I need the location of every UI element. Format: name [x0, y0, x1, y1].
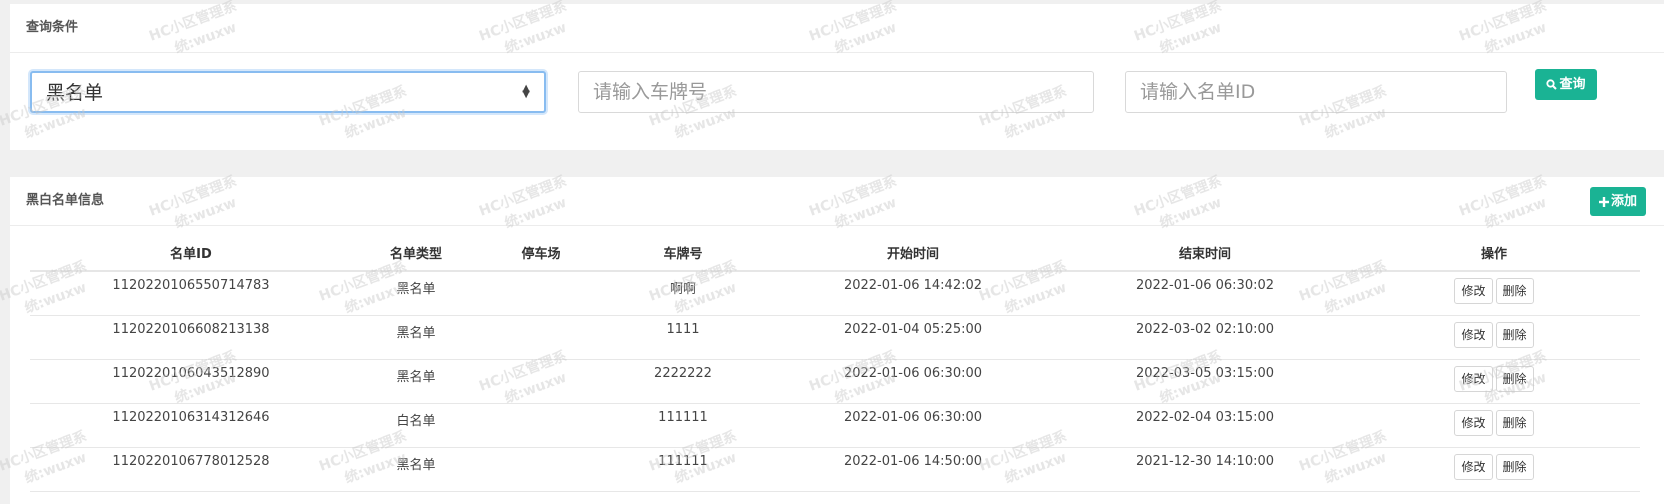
add-button[interactable]: 添加 [1590, 187, 1646, 216]
edit-button[interactable]: 修改 [1454, 278, 1493, 304]
search-button[interactable]: 查询 [1535, 69, 1597, 100]
list-id-cell: 1120220106608213138 [30, 315, 352, 360]
list-type-cell: 黑名单 [352, 315, 480, 360]
list-id-cell: 1120220106778012528 [30, 447, 352, 492]
table-header-row: 名单ID 名单类型 停车场 车牌号 开始时间 结束时间 操作 [30, 234, 1640, 272]
list-type-cell: 白名单 [352, 403, 480, 448]
table-body: 1120220106550714783 黑名单 啊啊 2022-01-06 14:42… [30, 271, 1640, 492]
list-type-select[interactable]: 黑名单 ▲ ▼ [30, 71, 546, 113]
column-header-end-time: 结束时间 [1062, 234, 1348, 272]
end-time-cell: 2022-03-05 03:15:00 [1062, 359, 1348, 404]
table-row: 1120220106043512890 黑名单 2222222 2022-01-06 … [30, 359, 1640, 404]
search-button-label: 查询 [1559, 77, 1586, 92]
start-time-cell: 2022-01-04 05:25:00 [764, 315, 1062, 360]
delete-button[interactable]: 删除 [1495, 278, 1534, 304]
delete-button[interactable]: 删除 [1495, 409, 1534, 436]
plate-cell: 2222222 [602, 359, 764, 404]
parking-lot-cell [480, 359, 602, 404]
plus-icon [1598, 197, 1609, 207]
plate-cell: 111111 [602, 403, 764, 448]
list-panel: 黑白名单信息 添加 名单ID 名单类型 停车场 车牌号 开始时间 结束时间 操作… [10, 177, 1664, 504]
actions-cell: 修改 删除 [1348, 359, 1640, 404]
parking-lot-cell [480, 447, 602, 492]
plate-number-input[interactable]: 请输入车牌号 [578, 71, 1094, 113]
edit-button[interactable]: 修改 [1454, 453, 1493, 480]
column-header-plate: 车牌号 [602, 234, 764, 272]
add-button-label: 添加 [1610, 194, 1637, 209]
start-time-cell: 2022-01-06 14:50:00 [764, 447, 1062, 492]
actions-cell: 修改 删除 [1348, 271, 1640, 316]
search-icon [1546, 79, 1558, 90]
table-row: 1120220106550714783 黑名单 啊啊 2022-01-06 14:42… [30, 271, 1640, 316]
list-type-cell: 黑名单 [352, 271, 480, 316]
end-time-cell: 2022-01-06 06:30:02 [1062, 271, 1348, 316]
query-panel: 查询条件 黑名单 ▲ ▼ 请输入车牌号 请输入名单ID 查询 [10, 4, 1664, 150]
plate-cell: 111111 [602, 447, 764, 492]
parking-lot-cell [480, 403, 602, 448]
start-time-cell: 2022-01-06 06:30:00 [764, 403, 1062, 448]
delete-button[interactable]: 删除 [1495, 453, 1534, 480]
list-id-input[interactable]: 请输入名单ID [1125, 71, 1507, 113]
end-time-cell: 2022-02-04 03:15:00 [1062, 403, 1348, 448]
table-row: 1120220106778012528 黑名单 111111 2022-01-06 1… [30, 447, 1640, 492]
list-panel-title: 黑白名单信息 [10, 177, 1664, 226]
edit-button[interactable]: 修改 [1454, 409, 1493, 436]
end-time-cell: 2021-12-30 14:10:00 [1062, 447, 1348, 492]
query-panel-title: 查询条件 [10, 4, 1664, 53]
parking-lot-cell [480, 271, 602, 316]
start-time-cell: 2022-01-06 14:42:02 [764, 271, 1062, 316]
parking-lot-cell [480, 315, 602, 360]
delete-button[interactable]: 删除 [1495, 365, 1534, 392]
table-row: 1120220106314312646 白名单 111111 2022-01-06 0… [30, 403, 1640, 448]
column-header-list-type: 名单类型 [352, 234, 480, 272]
list-type-cell: 黑名单 [352, 359, 480, 404]
column-header-list-id: 名单ID [30, 234, 352, 272]
actions-cell: 修改 删除 [1348, 403, 1640, 448]
start-time-cell: 2022-01-06 06:30:00 [764, 359, 1062, 404]
list-type-select-value: 黑名单 [46, 82, 104, 104]
list-id-placeholder: 请输入名单ID [1140, 81, 1256, 103]
list-id-cell: 1120220106550714783 [30, 271, 352, 316]
select-arrows-icon: ▲ ▼ [522, 83, 530, 100]
edit-button[interactable]: 修改 [1454, 365, 1493, 392]
table-row: 1120220106608213138 黑名单 1111 2022-01-04 05:… [30, 315, 1640, 360]
plate-cell: 啊啊 [602, 271, 764, 316]
list-id-cell: 1120220106314312646 [30, 403, 352, 448]
delete-button[interactable]: 删除 [1495, 321, 1534, 348]
actions-cell: 修改 删除 [1348, 447, 1640, 492]
plate-number-placeholder: 请输入车牌号 [593, 81, 708, 103]
edit-button[interactable]: 修改 [1454, 321, 1493, 348]
list-id-cell: 1120220106043512890 [30, 359, 352, 404]
list-type-cell: 黑名单 [352, 447, 480, 492]
column-header-actions: 操作 [1348, 234, 1640, 272]
plate-cell: 1111 [602, 315, 764, 360]
column-header-start-time: 开始时间 [764, 234, 1062, 272]
blacklist-table: 名单ID 名单类型 停车场 车牌号 开始时间 结束时间 操作 112022010… [30, 234, 1640, 492]
column-header-parking-lot: 停车场 [480, 234, 602, 272]
actions-cell: 修改 删除 [1348, 315, 1640, 360]
end-time-cell: 2022-03-02 02:10:00 [1062, 315, 1348, 360]
